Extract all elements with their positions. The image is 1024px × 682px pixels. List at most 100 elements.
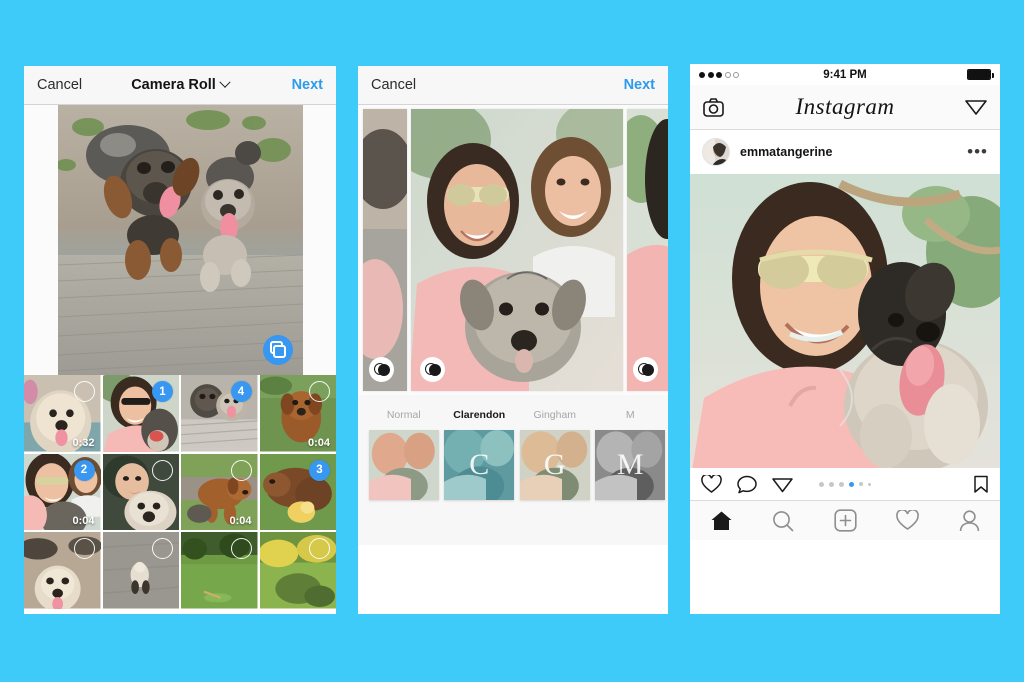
bookmark-icon[interactable]: [973, 475, 989, 494]
post-image-photo: [690, 174, 1000, 468]
send-paperplane-icon[interactable]: [772, 475, 793, 494]
grid-thumbnail[interactable]: 0:32: [24, 375, 101, 452]
search-icon: [773, 510, 794, 531]
filter-circles-icon[interactable]: [633, 357, 658, 382]
post-header: emmatangerine •••: [690, 130, 1000, 174]
carousel-prev-photo[interactable]: [363, 109, 407, 391]
avatar[interactable]: [702, 138, 730, 166]
selection-badge[interactable]: 3: [309, 459, 330, 481]
filter-thumbnail[interactable]: C: [444, 430, 515, 500]
filter-thumbnail[interactable]: M: [595, 430, 666, 500]
add-post-icon: [833, 509, 857, 532]
instagram-header: Instagram: [690, 85, 1000, 130]
tab-home[interactable]: [690, 510, 752, 531]
album-title-label: Camera Roll: [131, 77, 216, 93]
status-bar: 9:41 PM: [690, 64, 1000, 85]
filter-thumb-wrap[interactable]: G: [517, 430, 593, 500]
filter-name[interactable]: Normal: [366, 409, 442, 421]
selection-badge[interactable]: 4: [230, 381, 252, 402]
page-dot: [849, 481, 854, 487]
selection-ring[interactable]: [152, 538, 173, 559]
next-button[interactable]: Next: [292, 77, 323, 93]
filter-circles-icon[interactable]: [420, 357, 445, 382]
grid-thumbnail[interactable]: [102, 453, 179, 530]
next-photo-image: [627, 109, 668, 391]
instagram-logo: Instagram: [795, 94, 895, 119]
filter-thumb-wrap[interactable]: [366, 430, 442, 500]
filter-letter: M: [616, 448, 644, 481]
grid-thumbnail[interactable]: [181, 532, 258, 609]
profile-icon: [959, 509, 979, 531]
grid-thumbnail[interactable]: 3: [259, 453, 336, 530]
battery-full-icon: [967, 69, 994, 80]
filter-thumbs-row: CGM: [358, 430, 668, 500]
phone1-navbar: Cancel Camera Roll Next: [24, 66, 336, 105]
grid-thumbnail[interactable]: 2 0:04: [24, 453, 101, 530]
heart-icon[interactable]: [701, 474, 722, 494]
editor-carousel[interactable]: [358, 105, 668, 395]
filter-thumb-wrap[interactable]: M: [593, 430, 669, 500]
instagram-feed-screen: 9:41 PM Instagram emmatangerine •••: [690, 64, 1000, 614]
tab-profile[interactable]: [938, 509, 1000, 532]
page-dot: [868, 482, 871, 486]
grid-thumbnail[interactable]: [102, 532, 179, 609]
selection-ring[interactable]: [73, 381, 95, 402]
selection-ring[interactable]: [152, 459, 173, 481]
selection-badge[interactable]: 2: [73, 459, 95, 481]
multi-select-squares-icon[interactable]: [262, 335, 293, 365]
selection-ring[interactable]: [73, 538, 95, 559]
video-duration: 0:04: [307, 436, 330, 449]
filter-thumbnail[interactable]: G: [519, 430, 590, 500]
page-dot: [829, 481, 834, 487]
filter-circles-icon[interactable]: [369, 357, 394, 382]
camera-roll-screen: Cancel Camera Roll Next 0:32 1 4 0:04 2 …: [24, 66, 336, 614]
grid-thumbnail[interactable]: 0:04: [181, 453, 258, 530]
selection-ring[interactable]: [309, 381, 330, 402]
post-image[interactable]: [690, 174, 1000, 468]
filter-letter: C: [469, 448, 490, 481]
filter-strip[interactable]: Normal Clarendon Gingham M CGM: [358, 395, 668, 545]
multi-square-front: [272, 345, 286, 358]
chevron-down-icon: [219, 76, 231, 88]
filter-thumbnail[interactable]: [368, 430, 439, 500]
filter-name[interactable]: M: [593, 409, 669, 421]
grid-thumbnail[interactable]: 0:04: [259, 375, 336, 452]
status-clock: 9:41 PM: [823, 68, 867, 81]
cancel-button[interactable]: Cancel: [371, 77, 416, 93]
grid-thumbnail[interactable]: 4: [181, 375, 258, 452]
page-dot: [839, 481, 844, 487]
post-username[interactable]: emmatangerine: [740, 145, 832, 159]
filter-name[interactable]: Clarendon: [442, 409, 518, 421]
phone2-navbar: Cancel Next: [358, 66, 668, 105]
camera-roll-grid: 0:32 1 4 0:04 2 0:04 0:04 3: [24, 375, 336, 609]
page-dot: [819, 481, 824, 487]
prev-photo-image: [363, 109, 407, 391]
selection-ring[interactable]: [309, 538, 330, 559]
selection-badge[interactable]: 1: [152, 381, 173, 402]
grid-thumbnail[interactable]: 1: [102, 375, 179, 452]
cancel-button[interactable]: Cancel: [37, 77, 82, 93]
filter-name[interactable]: Gingham: [517, 409, 593, 421]
grid-thumbnail[interactable]: [259, 532, 336, 609]
filter-preview-image: [368, 430, 439, 500]
home-icon: [711, 511, 731, 530]
grid-thumbnail[interactable]: [24, 532, 101, 609]
tab-search[interactable]: [752, 510, 814, 532]
preview-photo[interactable]: [57, 105, 303, 375]
adjust-circle-solid: [429, 364, 441, 376]
next-button[interactable]: Next: [624, 77, 655, 93]
filter-names-row: Normal Clarendon Gingham M: [358, 409, 668, 421]
selection-ring[interactable]: [230, 459, 252, 481]
selection-ring[interactable]: [230, 538, 252, 559]
carousel-active-photo[interactable]: [411, 109, 623, 391]
video-duration: 0:04: [229, 515, 252, 527]
preview-photo-image: [57, 105, 303, 375]
filter-thumb-wrap[interactable]: C: [442, 430, 518, 500]
active-photo-image: [411, 109, 623, 391]
tab-add-post[interactable]: [814, 509, 876, 532]
filter-editor-screen: Cancel Next Normal Clarendon Gingham M C…: [358, 66, 668, 614]
photo-preview[interactable]: [24, 105, 336, 375]
tab-activity[interactable]: [876, 510, 938, 531]
comment-bubble-icon[interactable]: [737, 475, 757, 494]
carousel-next-photo[interactable]: [627, 109, 668, 391]
